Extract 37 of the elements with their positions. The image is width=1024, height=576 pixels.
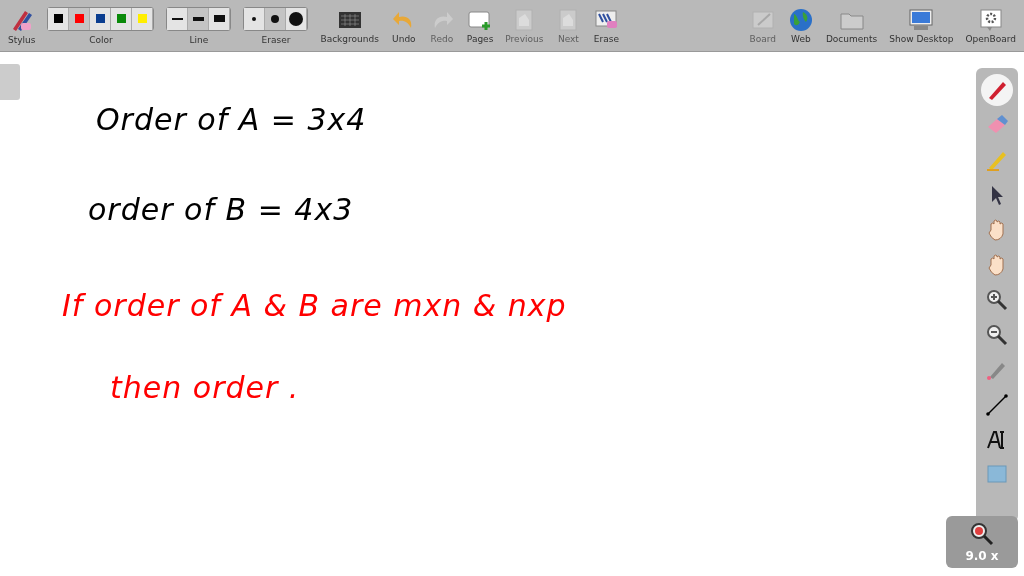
line-width-button[interactable] (188, 7, 210, 30)
zoom-reset-icon (969, 521, 995, 547)
zoom-level-text: 9.0 x (965, 549, 999, 563)
color-swatch-button[interactable] (132, 7, 154, 30)
handwritten-text: Order of A = 3x4 (96, 102, 367, 137)
page-tab-handle[interactable] (0, 64, 20, 100)
gear-icon (977, 7, 1004, 32)
monitor-icon (908, 7, 935, 32)
eraser-size-button[interactable] (244, 7, 266, 30)
desktop-button[interactable]: Show Desktop (885, 7, 958, 44)
stylus-button[interactable]: Stylus (4, 6, 40, 45)
undo-button[interactable]: Undo (386, 7, 421, 44)
line-width-button[interactable] (209, 7, 231, 30)
color-swatch-button[interactable] (48, 7, 70, 30)
web-button[interactable]: Web (783, 7, 818, 44)
line-width-button[interactable] (167, 7, 189, 30)
color-swatch-button[interactable] (69, 7, 91, 30)
line-icon (985, 393, 1009, 417)
color-swatch-button[interactable] (111, 7, 133, 30)
pen-tool-button[interactable] (981, 74, 1013, 106)
documents-button[interactable]: Documents (821, 7, 882, 44)
backgrounds-button[interactable]: Backgrounds (316, 7, 383, 44)
eraser-size-button[interactable] (286, 7, 308, 30)
erase-button[interactable]: Erase (589, 7, 624, 44)
eraser-size-button[interactable] (265, 7, 287, 30)
pages-button[interactable]: Pages (462, 7, 498, 44)
color-label: Color (89, 34, 113, 45)
globe-icon (787, 7, 814, 32)
color-swatch-button[interactable] (90, 7, 112, 30)
line-label: Line (189, 34, 209, 45)
handwritten-text: If order of A & B are mxn & nxp (62, 288, 567, 323)
eraser-label: Eraser (261, 34, 291, 45)
openboard-button[interactable]: OpenBoard (961, 7, 1020, 44)
handwritten-text: order of B = 4x3 (88, 192, 354, 227)
handwritten-text: then order . (110, 370, 300, 405)
zoom-out-icon (985, 323, 1009, 347)
zoom-in-icon (985, 288, 1009, 312)
